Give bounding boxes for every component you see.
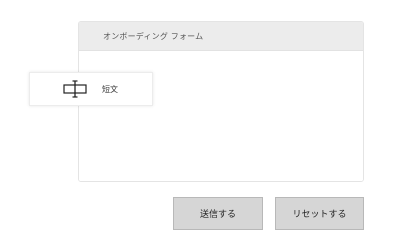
reset-button[interactable]: リセットする <box>275 197 364 230</box>
form-header: オンボーディング フォーム <box>79 22 363 51</box>
submit-button[interactable]: 送信する <box>173 197 263 230</box>
form-title: オンボーディング フォーム <box>103 31 204 41</box>
text-input-icon <box>61 79 89 99</box>
page: オンボーディング フォーム 短文 送信する リセットする <box>0 0 400 250</box>
short-text-field-item[interactable]: 短文 <box>29 72 153 106</box>
form-drop-area[interactable] <box>79 51 363 181</box>
short-text-label: 短文 <box>102 84 118 94</box>
